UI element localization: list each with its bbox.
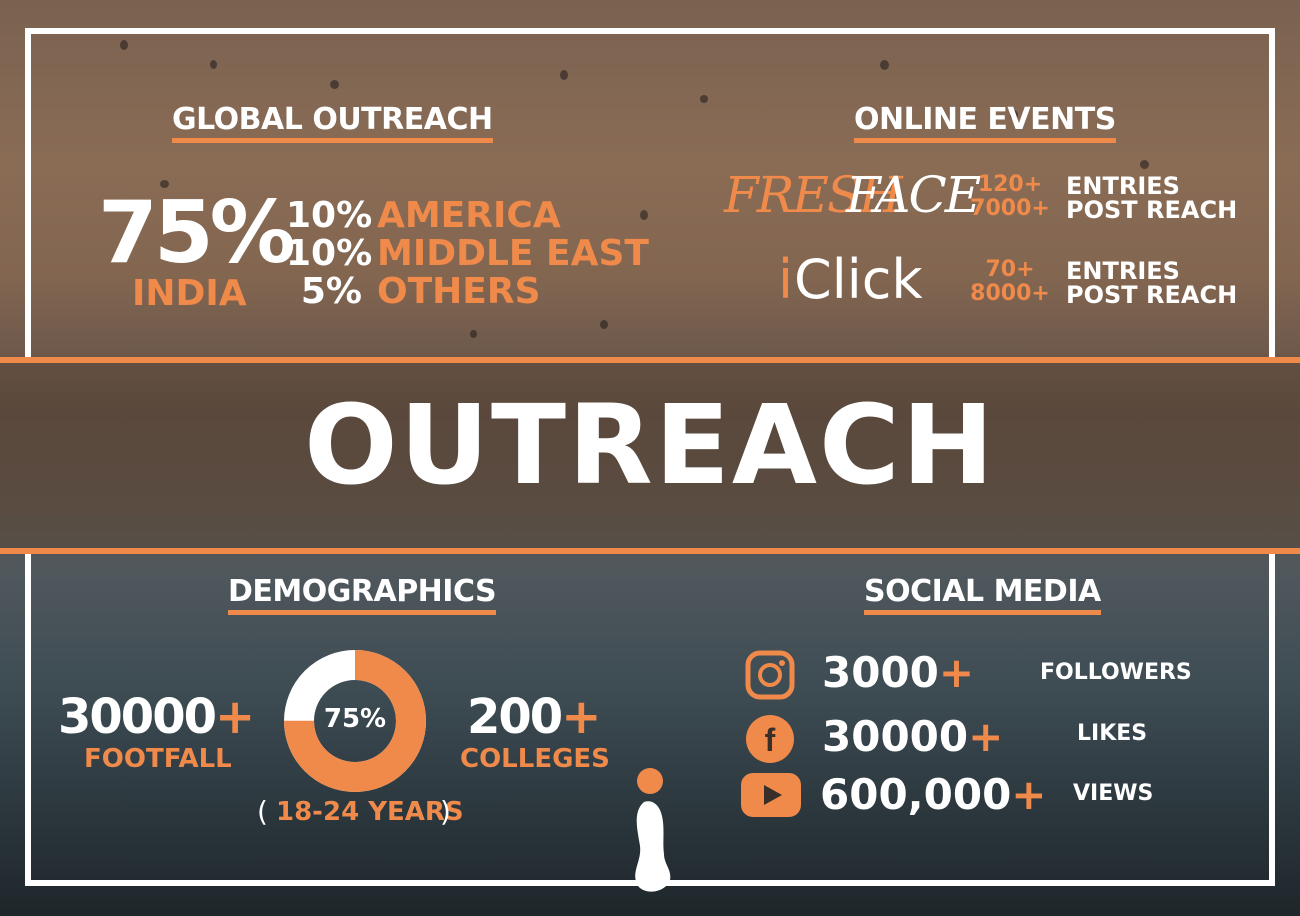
region-name: AMERICA	[377, 195, 561, 236]
festival-logo-icon	[635, 768, 671, 892]
event-count: 7000+	[970, 196, 1050, 221]
event-count: 8000+	[970, 281, 1050, 306]
demographics-heading: DEMOGRAPHICS	[228, 576, 497, 615]
page-title: OUTREACH	[304, 381, 996, 509]
india-percent: 75%	[98, 183, 296, 283]
event-label: POST REACH	[1066, 196, 1238, 224]
iclick-logo-b: Click	[794, 248, 923, 311]
event-label: ENTRIES	[1066, 257, 1180, 285]
social-value: 30000+	[822, 712, 1004, 761]
region-name: MIDDLE EAST	[377, 233, 649, 274]
social-value: 3000+	[822, 648, 975, 697]
footfall-value: 30000+	[58, 689, 255, 745]
facebook-icon: f	[746, 715, 794, 763]
social-label: FOLLOWERS	[1040, 660, 1192, 685]
age-range: 18-24 YEARS	[276, 797, 464, 827]
social-media-heading: SOCIAL MEDIA	[864, 576, 1101, 615]
region-pct: 10%	[286, 233, 373, 274]
instagram-icon	[745, 650, 795, 700]
social-label: VIEWS	[1073, 781, 1154, 806]
global-outreach-heading: GLOBAL OUTREACH	[172, 104, 493, 143]
band-line-top	[0, 357, 1300, 363]
age-paren-close: )	[440, 795, 451, 828]
band-line-bottom	[0, 548, 1300, 554]
youtube-icon	[741, 773, 801, 817]
colleges-label: COLLEGES	[460, 744, 610, 774]
footfall-label: FOOTFALL	[84, 744, 232, 774]
region-name: OTHERS	[377, 271, 541, 312]
region-pct: 5%	[300, 271, 362, 312]
freshface-logo-b: FACE	[846, 166, 981, 224]
india-label: INDIA	[132, 273, 247, 314]
iclick-logo-a: i	[778, 248, 794, 311]
event-label: ENTRIES	[1066, 172, 1180, 200]
online-events-heading: ONLINE EVENTS	[854, 104, 1116, 143]
colleges-value: 200+	[467, 689, 601, 745]
svg-text:f: f	[765, 722, 776, 758]
social-value: 600,000+	[820, 770, 1047, 819]
donut-percent: 75%	[323, 704, 387, 734]
event-label: POST REACH	[1066, 281, 1238, 309]
age-paren-open: (	[257, 795, 268, 828]
region-pct: 10%	[286, 195, 373, 236]
event-count: 120+	[977, 172, 1043, 197]
event-count: 70+	[985, 257, 1035, 282]
social-label: LIKES	[1077, 721, 1148, 746]
